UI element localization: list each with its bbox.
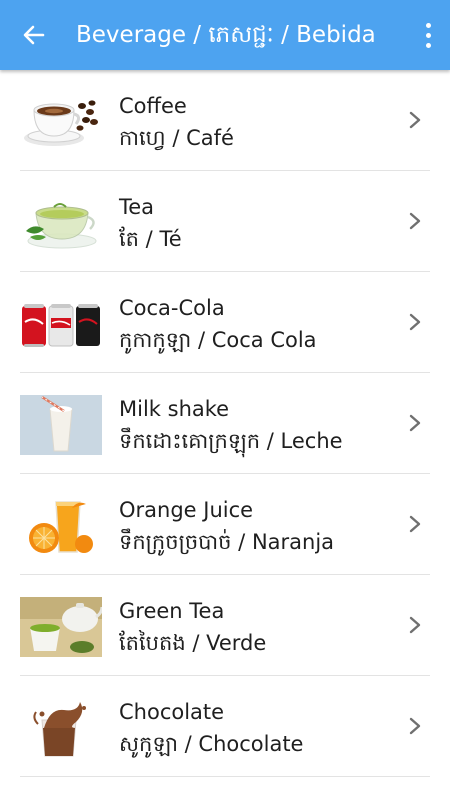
item-name: Chocolate <box>119 700 225 724</box>
coffee-cup-icon <box>20 92 102 152</box>
more-vert-icon <box>425 22 431 28</box>
list-item[interactable]: Orange Juice ទឹកក្រូចច្របាច់ / Naranja <box>20 474 430 575</box>
green-tea-icon <box>20 597 102 657</box>
list-item[interactable]: Coffee កាហ្វេ / Café <box>20 70 430 171</box>
list-item[interactable]: Coca-Cola កូកាកូឡា / Coca Cola <box>20 272 430 373</box>
item-translation: តែបៃតង / Verde <box>119 631 267 655</box>
chevron-right-icon <box>409 111 421 129</box>
item-name: Coffee <box>119 94 187 118</box>
item-translation: ទឹកក្រូចច្របាច់ / Naranja <box>119 530 335 554</box>
more-options-button[interactable] <box>420 20 436 50</box>
cola-cans-icon <box>20 294 102 354</box>
item-name: Milk shake <box>119 397 230 421</box>
list-item[interactable]: Milk shake ទឹកដោះគោក្រឡុក / Leche <box>20 373 430 474</box>
beverage-list: Coffee កាហ្វេ / Café Tea តែ / Té Coca-Co… <box>0 70 450 777</box>
chevron-right-icon <box>409 515 421 533</box>
milkshake-glass-icon <box>20 395 102 455</box>
item-translation: កាហ្វេ / Café <box>119 126 234 150</box>
item-name: Green Tea <box>119 599 225 623</box>
app-bar: Beverage / ភេសជ្ជៈ / Bebida <box>0 0 450 70</box>
item-translation: កូកាកូឡា / Coca Cola <box>119 328 317 352</box>
item-translation: តែ / Té <box>119 227 182 251</box>
list-item[interactable]: Tea តែ / Té <box>20 171 430 272</box>
item-translation: សូកូឡា / Chocolate <box>119 732 304 756</box>
item-name: Orange Juice <box>119 498 254 522</box>
chevron-right-icon <box>409 717 421 735</box>
page-title: Beverage / ភេសជ្ជៈ / Bebida <box>76 22 376 48</box>
list-item[interactable]: Chocolate សូកូឡា / Chocolate <box>20 676 430 777</box>
chevron-right-icon <box>409 212 421 230</box>
list-item[interactable]: Green Tea តែបៃតង / Verde <box>20 575 430 676</box>
chevron-right-icon <box>409 414 421 432</box>
back-button[interactable] <box>14 17 54 53</box>
orange-juice-icon <box>20 496 102 556</box>
chevron-right-icon <box>409 616 421 634</box>
item-translation: ទឹកដោះគោក្រឡុក / Leche <box>119 429 343 453</box>
item-name: Tea <box>119 195 155 219</box>
item-name: Coca-Cola <box>119 296 225 320</box>
chevron-right-icon <box>409 313 421 331</box>
chocolate-splash-icon <box>20 698 102 758</box>
arrow-left-icon <box>23 25 45 45</box>
tea-cup-icon <box>20 193 102 253</box>
